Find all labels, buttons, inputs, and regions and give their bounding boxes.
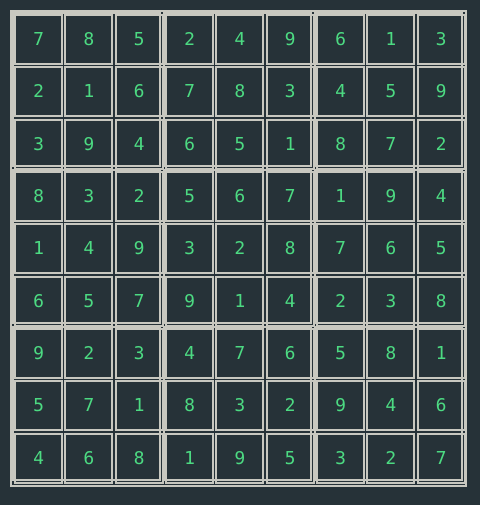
sudoku-cell[interactable]: 8 [366,328,416,379]
sudoku-cell[interactable]: 5 [215,118,265,170]
sudoku-cell[interactable]: 7 [14,14,63,65]
sudoku-cell[interactable]: 3 [366,275,416,327]
sudoku-cell[interactable]: 8 [316,118,365,170]
sudoku-cell[interactable]: 2 [114,171,164,222]
sudoku-cell[interactable]: 5 [114,14,164,65]
sudoku-cell[interactable]: 8 [114,432,164,484]
sudoku-cell[interactable]: 9 [14,328,63,379]
sudoku-cell[interactable]: 9 [215,432,265,484]
sudoku-cell[interactable]: 3 [316,432,365,484]
sudoku-cell[interactable]: 9 [416,66,466,118]
sudoku-cell[interactable]: 6 [366,223,416,275]
sudoku-cell[interactable]: 6 [265,328,315,379]
sudoku-cell[interactable]: 7 [215,328,265,379]
sudoku-cell[interactable]: 1 [366,14,416,65]
sudoku-cell[interactable]: 4 [215,14,265,65]
sudoku-cell[interactable]: 4 [64,223,114,275]
sudoku-cell[interactable]: 7 [165,66,214,118]
sudoku-cell[interactable]: 6 [416,380,466,432]
sudoku-cell[interactable]: 2 [366,432,416,484]
sudoku-cell[interactable]: 2 [64,328,114,379]
sudoku-cell[interactable]: 9 [114,223,164,275]
sudoku-cell[interactable]: 2 [14,66,63,118]
sudoku-cell[interactable]: 5 [265,432,315,484]
sudoku-cell[interactable]: 9 [366,171,416,222]
sudoku-cell[interactable]: 8 [165,380,214,432]
sudoku-board: 7852496132167834593946518728325671941493… [10,10,467,487]
sudoku-cell[interactable]: 4 [316,66,365,118]
sudoku-cell[interactable]: 6 [114,66,164,118]
sudoku-cell[interactable]: 8 [64,14,114,65]
sudoku-cell[interactable]: 5 [366,66,416,118]
sudoku-cell[interactable]: 1 [14,223,63,275]
sudoku-cell[interactable]: 4 [14,432,63,484]
sudoku-cell[interactable]: 5 [14,380,63,432]
sudoku-cell[interactable]: 6 [64,432,114,484]
sudoku-cell[interactable]: 8 [215,66,265,118]
sudoku-cell[interactable]: 3 [416,14,466,65]
sudoku-cell[interactable]: 9 [64,118,114,170]
sudoku-cell[interactable]: 2 [316,275,365,327]
sudoku-cell[interactable]: 1 [64,66,114,118]
sudoku-cell[interactable]: 4 [165,328,214,379]
sudoku-cell[interactable]: 6 [14,275,63,327]
sudoku-cell[interactable]: 1 [265,118,315,170]
sudoku-cell[interactable]: 6 [215,171,265,222]
sudoku-cell[interactable]: 7 [316,223,365,275]
sudoku-cell[interactable]: 1 [215,275,265,327]
sudoku-cell[interactable]: 1 [416,328,466,379]
sudoku-cell[interactable]: 6 [165,118,214,170]
sudoku-cell[interactable]: 6 [316,14,365,65]
sudoku-cell[interactable]: 3 [14,118,63,170]
sudoku-cell[interactable]: 3 [215,380,265,432]
sudoku-cell[interactable]: 1 [316,171,365,222]
sudoku-cell[interactable]: 2 [215,223,265,275]
sudoku-cell[interactable]: 2 [265,380,315,432]
sudoku-cell[interactable]: 7 [366,118,416,170]
sudoku-cell[interactable]: 7 [114,275,164,327]
sudoku-cell[interactable]: 8 [416,275,466,327]
sudoku-cell[interactable]: 3 [165,223,214,275]
sudoku-cell[interactable]: 9 [316,380,365,432]
sudoku-cell[interactable]: 3 [265,66,315,118]
sudoku-cell[interactable]: 5 [316,328,365,379]
sudoku-cell[interactable]: 4 [366,380,416,432]
sudoku-cell[interactable]: 7 [416,432,466,484]
sudoku-cell[interactable]: 1 [165,432,214,484]
sudoku-cell[interactable]: 5 [165,171,214,222]
sudoku-cell[interactable]: 7 [265,171,315,222]
sudoku-cell[interactable]: 3 [64,171,114,222]
sudoku-cell[interactable]: 9 [165,275,214,327]
sudoku-cell[interactable]: 1 [114,380,164,432]
sudoku-cell[interactable]: 4 [114,118,164,170]
sudoku-cell[interactable]: 9 [265,14,315,65]
sudoku-cell[interactable]: 2 [416,118,466,170]
sudoku-cell[interactable]: 5 [416,223,466,275]
sudoku-cell[interactable]: 3 [114,328,164,379]
sudoku-cell[interactable]: 8 [14,171,63,222]
sudoku-cell[interactable]: 7 [64,380,114,432]
sudoku-cell[interactable]: 8 [265,223,315,275]
sudoku-cell[interactable]: 5 [64,275,114,327]
sudoku-cell[interactable]: 2 [165,14,214,65]
sudoku-cell[interactable]: 4 [265,275,315,327]
sudoku-cell[interactable]: 4 [416,171,466,222]
